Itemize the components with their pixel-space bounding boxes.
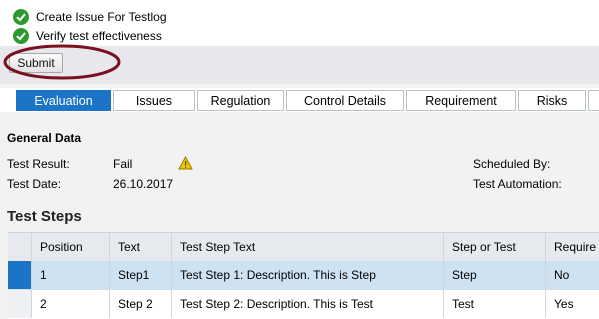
cell-required: No [545, 261, 599, 289]
success-check-icon [13, 9, 29, 25]
tab-overflow[interactable] [588, 90, 599, 111]
tab-evaluation[interactable]: Evaluation [16, 90, 111, 111]
test-date-label: Test Date: [7, 177, 62, 191]
test-automation-label: Test Automation: [473, 177, 562, 191]
cell-text: Step 2 [109, 290, 171, 318]
message-text: Verify test effectiveness [36, 29, 162, 43]
table-row[interactable]: 1 Step1 Test Step 1: Description. This i… [8, 261, 599, 290]
select-all-cell[interactable] [8, 233, 31, 261]
tab-requirement[interactable]: Requirement [406, 90, 516, 111]
scheduled-by-label: Scheduled By: [473, 157, 551, 171]
tab-risks[interactable]: Risks [518, 90, 586, 111]
message-verify: Verify test effectiveness [13, 27, 162, 45]
message-text: Create Issue For Testlog [36, 10, 167, 24]
test-result-label: Test Result: [7, 157, 70, 171]
cell-position: 2 [31, 290, 109, 318]
submit-button[interactable]: Submit [9, 53, 63, 73]
cell-step-or-test: Test [443, 290, 545, 318]
tab-regulation[interactable]: Regulation [197, 90, 284, 111]
tab-control-details[interactable]: Control Details [286, 90, 404, 111]
success-check-icon [13, 28, 29, 44]
row-selector[interactable] [8, 290, 31, 318]
col-test-step-text[interactable]: Test Step Text [171, 233, 443, 261]
cell-required: Yes [545, 290, 599, 318]
test-date-value: 26.10.2017 [113, 177, 174, 191]
test-result-value: Fail [113, 157, 133, 171]
cell-step-or-test: Step [443, 261, 545, 289]
tab-issues[interactable]: Issues [113, 90, 195, 111]
col-required[interactable]: Require [545, 233, 599, 261]
toolbar [0, 46, 599, 84]
cell-step-text: Test Step 1: Description. This is Step [171, 261, 443, 289]
test-steps-title: Test Steps [7, 208, 82, 225]
message-create-issue: Create Issue For Testlog [13, 8, 167, 26]
col-step-or-test[interactable]: Step or Test [443, 233, 545, 261]
cell-position: 1 [31, 261, 109, 289]
col-text[interactable]: Text [109, 233, 171, 261]
warning-icon [178, 156, 193, 170]
cell-step-text: Test Step 2: Description. This is Test [171, 290, 443, 318]
table-header: Position Text Test Step Text Step or Tes… [8, 232, 599, 261]
cell-text: Step1 [109, 261, 171, 289]
row-selector[interactable] [8, 261, 31, 289]
col-position[interactable]: Position [31, 233, 109, 261]
general-data-title: General Data [7, 131, 82, 145]
